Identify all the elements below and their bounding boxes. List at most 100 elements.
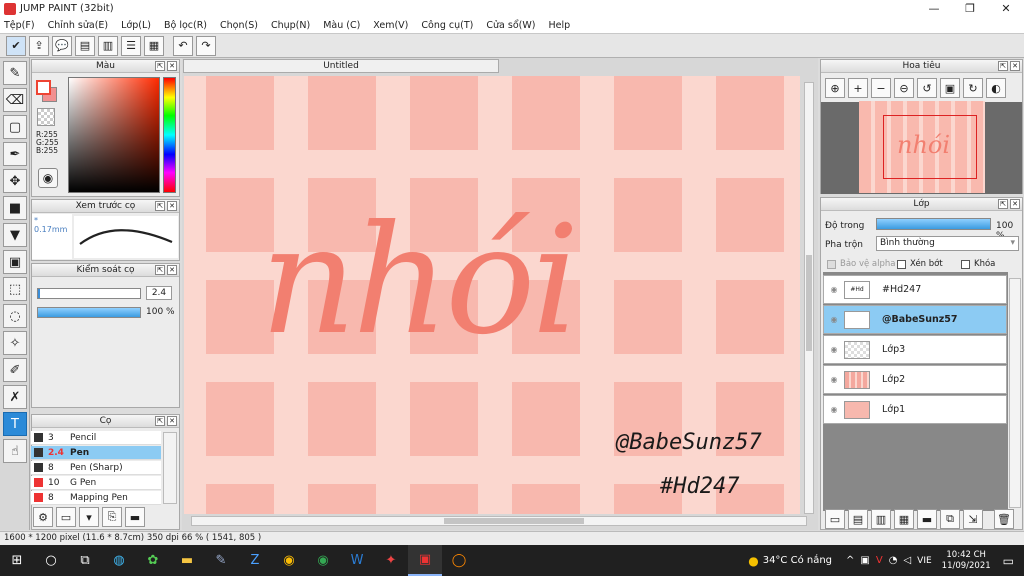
selection-eraser-icon[interactable]: ✗ [3, 385, 27, 409]
share-icon[interactable]: ⇪ [29, 35, 49, 56]
canvas-horizontal-scrollbar[interactable] [191, 516, 807, 526]
language-indicator[interactable]: VIE [917, 556, 932, 566]
new-raster-layer-icon[interactable]: ▤ [848, 509, 868, 529]
media-app-icon[interactable]: ✦ [374, 545, 408, 576]
panel-close-icon[interactable]: ✕ [167, 201, 177, 211]
delete-layer-icon[interactable]: 🗑 [994, 509, 1014, 529]
move-tool-icon[interactable]: ✥ [3, 169, 27, 193]
gradient-tool-icon[interactable]: ▣ [3, 250, 27, 274]
color-saturation-area[interactable] [68, 77, 160, 193]
menu-capture[interactable]: Chụp(N) [271, 20, 310, 31]
drawing-canvas[interactable]: nhói @BabeSunz57 #Hd247 [184, 76, 800, 514]
clock[interactable]: 10:42 CH 11/09/2021 [942, 550, 991, 572]
volume-icon[interactable]: ◁ [903, 555, 911, 566]
panel-close-icon[interactable]: ✕ [167, 61, 177, 71]
navigator-thumbnail[interactable]: nhói [859, 101, 985, 193]
layer-folder-icon[interactable]: ▬ [917, 509, 937, 529]
brush-size-slider[interactable] [37, 288, 141, 299]
fit-window-icon[interactable]: ▣ [940, 78, 960, 98]
brush-item[interactable]: 8 Mapping Pen [31, 491, 161, 505]
app-green-icon[interactable]: ✿ [136, 545, 170, 576]
new-halftone-layer-icon[interactable]: ▦ [894, 509, 914, 529]
rectangle-select-icon[interactable]: ▢ [3, 115, 27, 139]
lasso-tool-icon[interactable]: ◌ [3, 304, 27, 328]
menu-filter[interactable]: Bộ lọc(R) [164, 20, 207, 31]
brush-item[interactable]: 2.4 Pen [31, 446, 161, 460]
marquee-tool-icon[interactable]: ⬚ [3, 277, 27, 301]
document-icon[interactable]: ▥ [98, 35, 118, 56]
flip-icon[interactable]: ◐ [986, 78, 1006, 98]
protect-alpha-checkbox[interactable]: Bảo vệ alpha [827, 259, 895, 269]
foreground-color-swatch[interactable] [36, 80, 51, 95]
restore-button[interactable]: ❐ [952, 0, 988, 17]
minimize-button[interactable]: — [916, 0, 952, 17]
layer-item[interactable]: ◉ Lớp3 [823, 335, 1007, 364]
notification-icon[interactable]: ▭ [1003, 554, 1014, 568]
panel-float-icon[interactable]: ⇱ [155, 416, 165, 426]
close-button[interactable]: ✕ [988, 0, 1024, 17]
menu-edit[interactable]: Chỉnh sửa(E) [48, 20, 109, 31]
redo-icon[interactable]: ↷ [196, 35, 216, 56]
hue-slider[interactable] [163, 77, 176, 193]
panel-close-icon[interactable]: ✕ [167, 416, 177, 426]
zoom-actual-icon[interactable]: ⊖ [894, 78, 914, 98]
word-icon[interactable]: W [340, 545, 374, 576]
layer-opacity-slider[interactable] [876, 218, 991, 230]
layer-item[interactable]: ◉ Lớp1 [823, 395, 1007, 424]
fill-shape-icon[interactable]: ■ [3, 196, 27, 220]
menu-layer[interactable]: Lớp(L) [121, 20, 151, 31]
network-icon[interactable]: ◔ [889, 555, 898, 566]
message-icon[interactable]: ▤ [75, 35, 95, 56]
blend-mode-select[interactable]: Bình thường ▾ [876, 236, 1019, 251]
merge-layer-icon[interactable]: ⇲ [963, 509, 983, 529]
windows-start-icon[interactable]: ⊞ [0, 545, 34, 576]
weather-text[interactable]: 34°C Có nắng [763, 555, 832, 566]
zalo-icon[interactable]: Z [238, 545, 272, 576]
panel-close-icon[interactable]: ✕ [167, 265, 177, 275]
undo-icon[interactable]: ↶ [173, 35, 193, 56]
brush-item[interactable]: 8 Pen (Sharp) [31, 461, 161, 475]
eraser-tool-icon[interactable]: ⌫ [3, 88, 27, 112]
zoom-out-icon[interactable]: − [871, 78, 891, 98]
menu-window[interactable]: Cửa sổ(W) [486, 20, 535, 31]
brush-item[interactable]: 3 Pencil [31, 431, 161, 445]
pen-tool-icon[interactable]: ✒ [3, 142, 27, 166]
bucket-tool-icon[interactable]: ▼ [3, 223, 27, 247]
panel-float-icon[interactable]: ⇱ [998, 199, 1008, 209]
list-icon[interactable]: ☰ [121, 35, 141, 56]
paint-app-icon[interactable]: ✎ [204, 545, 238, 576]
hand-tool-icon[interactable]: ☝ [3, 439, 27, 463]
magic-wand-icon[interactable]: ✧ [3, 331, 27, 355]
layer-list-scrollbar[interactable] [1009, 278, 1021, 508]
menu-view[interactable]: Xem(V) [373, 20, 408, 31]
chrome-profile-icon[interactable]: ◉ [306, 545, 340, 576]
text-tool-icon[interactable]: T [3, 412, 27, 436]
lock-checkbox[interactable]: Khóa [961, 259, 995, 269]
duplicate-layer-icon[interactable]: ⧉ [940, 509, 960, 529]
rotate-right-icon[interactable]: ↻ [963, 78, 983, 98]
zoom-in-icon[interactable]: + [848, 78, 868, 98]
menu-select[interactable]: Chọn(S) [220, 20, 258, 31]
rotate-left-icon[interactable]: ↺ [917, 78, 937, 98]
panel-close-icon[interactable]: ✕ [1010, 199, 1020, 209]
menu-tools[interactable]: Công cụ(T) [421, 20, 473, 31]
canvas-vertical-scrollbar[interactable] [804, 82, 814, 514]
tray-chevron-icon[interactable]: ^ [846, 555, 854, 566]
brush-size-value[interactable]: 2.4 [146, 286, 172, 300]
layer-item[interactable]: ◉ #Hd #Hd247 [823, 275, 1007, 304]
brush-folder-icon[interactable]: ▬ [125, 507, 145, 527]
brush-item[interactable]: 10 G Pen [31, 476, 161, 490]
brush-settings-icon[interactable]: ⚙ [33, 507, 53, 527]
brush-tool-icon[interactable]: ✎ [3, 61, 27, 85]
panel-float-icon[interactable]: ⇱ [155, 201, 165, 211]
selection-pen-icon[interactable]: ✐ [3, 358, 27, 382]
zoom-fit-icon[interactable]: ⊕ [825, 78, 845, 98]
chrome-icon[interactable]: ◉ [272, 545, 306, 576]
layer-item[interactable]: ◉ @BabeSunz57 [823, 305, 1007, 334]
brush-copy-icon[interactable]: ⎘ [102, 507, 122, 527]
panel-float-icon[interactable]: ⇱ [155, 61, 165, 71]
transparent-swatch[interactable] [37, 108, 55, 126]
palette-icon[interactable]: ◉ [38, 168, 58, 188]
new-brush-icon[interactable]: ▭ [56, 507, 76, 527]
jump-paint-icon[interactable]: ▣ [408, 545, 442, 576]
